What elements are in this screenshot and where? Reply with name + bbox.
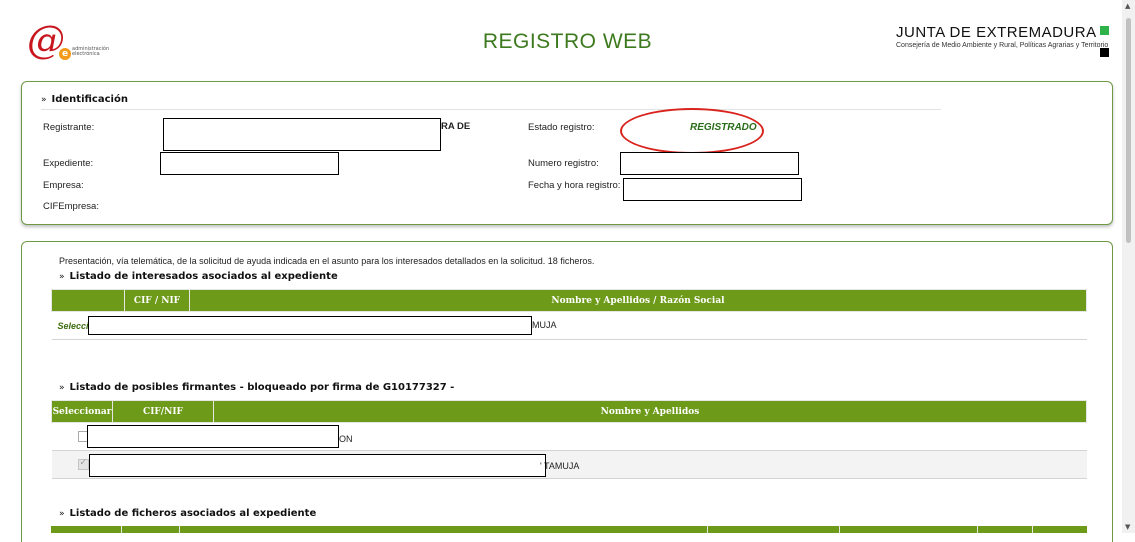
- firmantes-title: » Listado de posibles firmantes - bloquea…: [59, 382, 454, 393]
- col-cif: CIF / NIF: [124, 289, 190, 312]
- vertical-scrollbar[interactable]: ▲ ▼: [1122, 0, 1135, 533]
- divider: [41, 109, 941, 110]
- interesado-redaction: [88, 316, 532, 335]
- firmante-checkbox-checked[interactable]: [77, 457, 89, 471]
- scrollbar-thumb[interactable]: [1126, 18, 1131, 243]
- expediente-redaction: [160, 152, 339, 175]
- select-link[interactable]: Selecci: [58, 321, 89, 331]
- firmante-1-redaction: [87, 425, 339, 448]
- junta-extremadura-logo: JUNTA DE EXTREMADURA Consejería de Medio…: [896, 25, 1108, 49]
- interesados-title-text: Listado de interesados asociados al expe…: [69, 271, 338, 282]
- registrante-value-tail: RA DE: [441, 121, 471, 132]
- ficheros-table-header: [51, 526, 1087, 533]
- highlight-ellipse: [620, 108, 764, 154]
- firmante-2-name-tail: ' TAMUJA: [540, 461, 580, 471]
- identificacion-title-text: Identificación: [51, 94, 128, 105]
- ficheros-title: » Listado de ficheros asociados al expedi…: [59, 508, 316, 519]
- chevron-right-icon: »: [59, 383, 65, 393]
- col-nombre-apellidos: Nombre y Apellidos: [213, 400, 1087, 423]
- scroll-up-icon[interactable]: ▲: [1125, 2, 1130, 10]
- numero-registro-redaction: [620, 152, 799, 175]
- expediente-label: Expediente:: [43, 158, 94, 169]
- interesados-title: » Listado de interesados asociados al exp…: [59, 271, 338, 282]
- scroll-down-icon[interactable]: ▼: [1125, 523, 1130, 531]
- chevron-right-icon: »: [41, 95, 47, 105]
- presentation-description: Presentación, vía telemática, de la soli…: [59, 256, 595, 266]
- fecha-registro-redaction: [623, 178, 802, 201]
- page-header: @ e administración electrónica REGISTRO …: [0, 0, 1122, 72]
- firmante-2-redaction: [89, 454, 546, 477]
- registrante-redaction: [163, 118, 441, 151]
- col-cifnif: CIF/NIF: [112, 400, 214, 423]
- col-select: [51, 289, 125, 312]
- registrante-label: Registrante:: [43, 122, 95, 133]
- chevron-right-icon: »: [59, 272, 65, 282]
- junta-title: JUNTA DE EXTREMADURA: [896, 24, 1097, 41]
- interesado-name-tail: MUJA: [532, 320, 557, 330]
- empresa-label: Empresa:: [43, 180, 84, 191]
- green-square-icon: [1100, 26, 1109, 35]
- black-square-icon: [1100, 48, 1109, 57]
- fecha-registro-label: Fecha y hora registro:: [528, 180, 621, 191]
- cifempresa-label: CIFEmpresa:: [43, 201, 99, 212]
- identificacion-title: » Identificación: [41, 94, 128, 105]
- junta-subtitle: Consejería de Medio Ambiente y Rural, Po…: [896, 42, 1109, 49]
- numero-registro-label: Numero registro:: [528, 158, 599, 169]
- chevron-right-icon: »: [59, 509, 65, 519]
- estado-registro-label: Estado registro:: [528, 122, 595, 133]
- col-nombre: Nombre y Apellidos / Razón Social: [189, 289, 1087, 312]
- col-seleccionar: Seleccionar: [51, 400, 113, 423]
- firmantes-title-text: Listado de posibles firmantes - bloquead…: [69, 382, 455, 393]
- ficheros-title-text: Listado de ficheros asociados al expedie…: [69, 508, 317, 519]
- firmante-1-name-tail: ON: [339, 434, 353, 444]
